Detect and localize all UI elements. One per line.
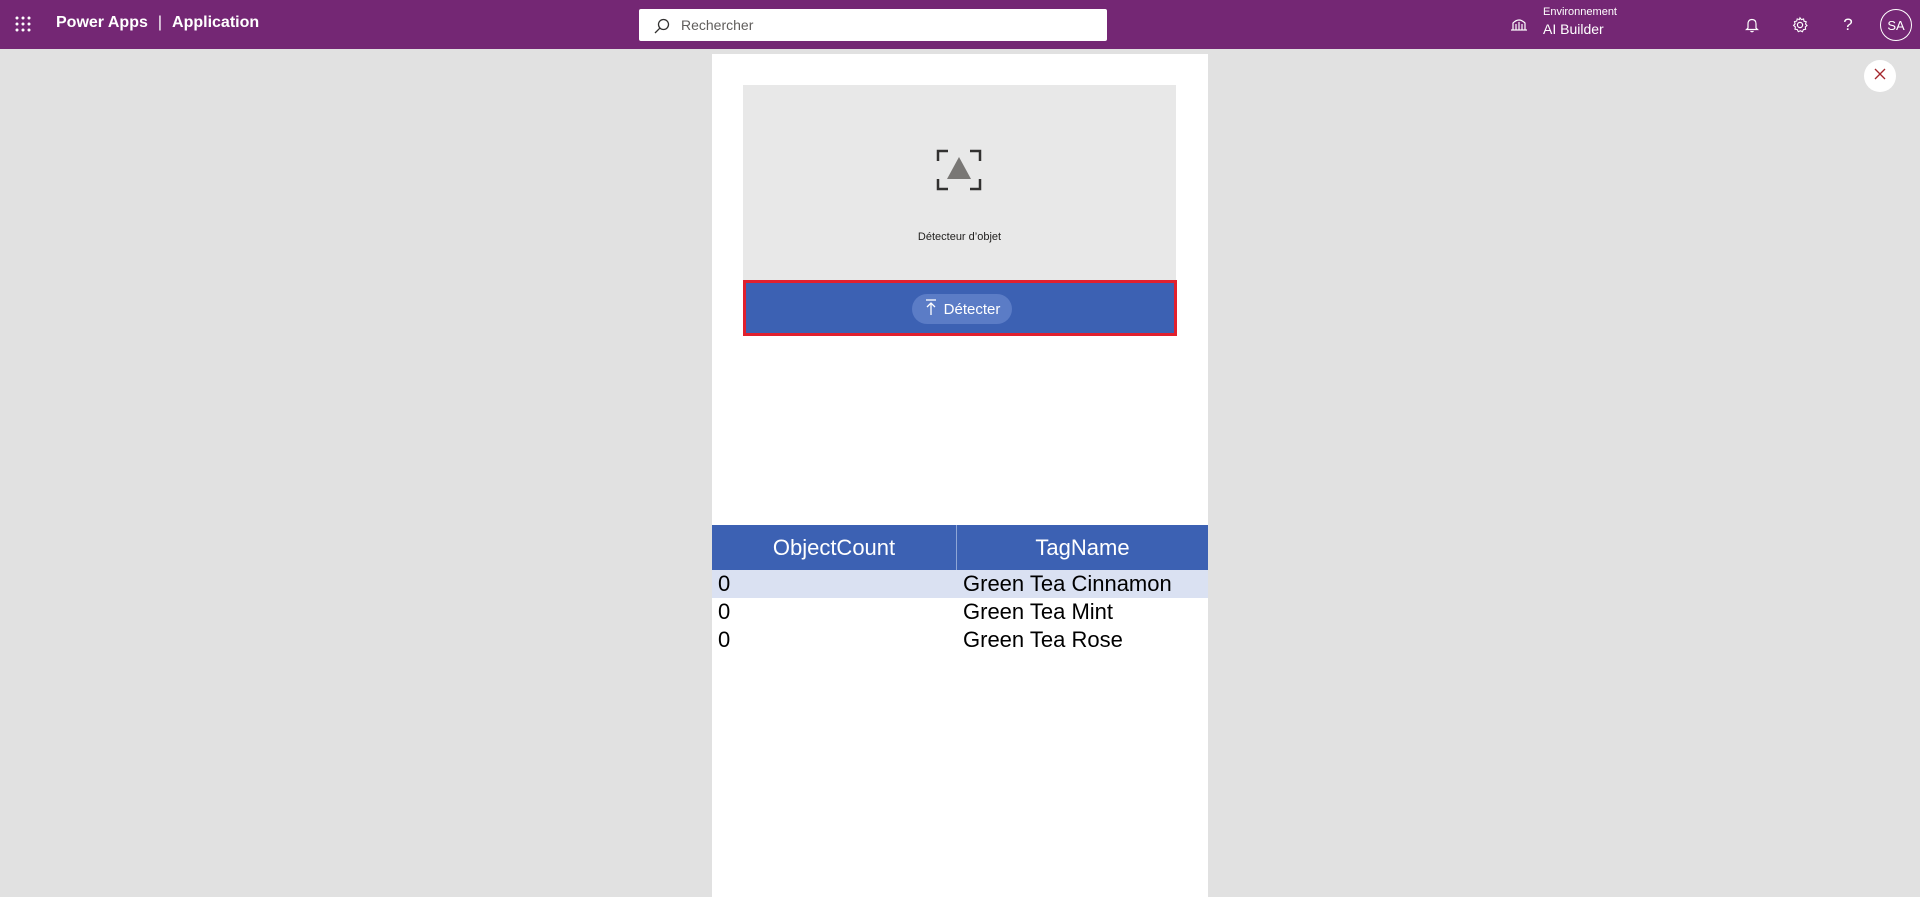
table-row[interactable]: 0 Green Tea Mint xyxy=(712,598,1208,626)
top-bar: Power Apps | Application Environnement xyxy=(0,0,1920,49)
detect-button-label: Détecter xyxy=(943,300,1001,318)
cell-objectcount: 0 xyxy=(718,571,731,596)
cell-objectcount: 0 xyxy=(718,627,731,652)
upload-icon xyxy=(924,298,938,320)
table-row[interactable]: 0 Green Tea Rose xyxy=(712,626,1208,654)
search-input[interactable] xyxy=(681,9,1091,41)
cell-tagname: Green Tea Rose xyxy=(963,627,1123,652)
bell-icon[interactable] xyxy=(1740,13,1764,37)
app-name[interactable]: Power Apps xyxy=(56,14,148,31)
close-button[interactable] xyxy=(1864,60,1896,92)
results-table: ObjectCount TagName 0 Green Tea Cinnamon… xyxy=(712,525,1208,654)
app-launcher-icon[interactable] xyxy=(14,15,32,33)
help-icon[interactable]: ? xyxy=(1836,13,1860,37)
cell-objectcount: 0 xyxy=(718,599,731,624)
environment-label: Environnement xyxy=(1543,6,1617,18)
object-detector-label: Détecteur d’objet xyxy=(917,231,1002,243)
table-header: ObjectCount TagName xyxy=(712,525,1208,570)
environment-name: AI Builder xyxy=(1543,21,1604,37)
detect-button-bar[interactable]: Détecter xyxy=(743,280,1177,336)
search-box[interactable] xyxy=(639,9,1107,41)
object-detector-icon xyxy=(936,149,982,191)
table-row[interactable]: 0 Green Tea Cinnamon xyxy=(712,570,1208,598)
gear-icon[interactable] xyxy=(1788,13,1812,37)
avatar[interactable]: SA xyxy=(1880,9,1912,41)
cell-tagname: Green Tea Cinnamon xyxy=(963,571,1172,596)
column-header-tagname[interactable]: TagName xyxy=(957,525,1208,570)
environment-icon xyxy=(1509,15,1529,35)
section-name[interactable]: Application xyxy=(172,14,259,31)
title-separator: | xyxy=(157,14,163,31)
app-title: Power Apps | Application xyxy=(56,14,259,32)
detect-button[interactable]: Détecter xyxy=(912,294,1012,324)
column-header-objectcount[interactable]: ObjectCount xyxy=(712,525,957,570)
cell-tagname: Green Tea Mint xyxy=(963,599,1114,624)
search-icon xyxy=(653,17,671,35)
app-canvas: Détecteur d’objet Détecter ObjectCount T… xyxy=(712,54,1208,897)
close-icon xyxy=(1873,67,1887,86)
